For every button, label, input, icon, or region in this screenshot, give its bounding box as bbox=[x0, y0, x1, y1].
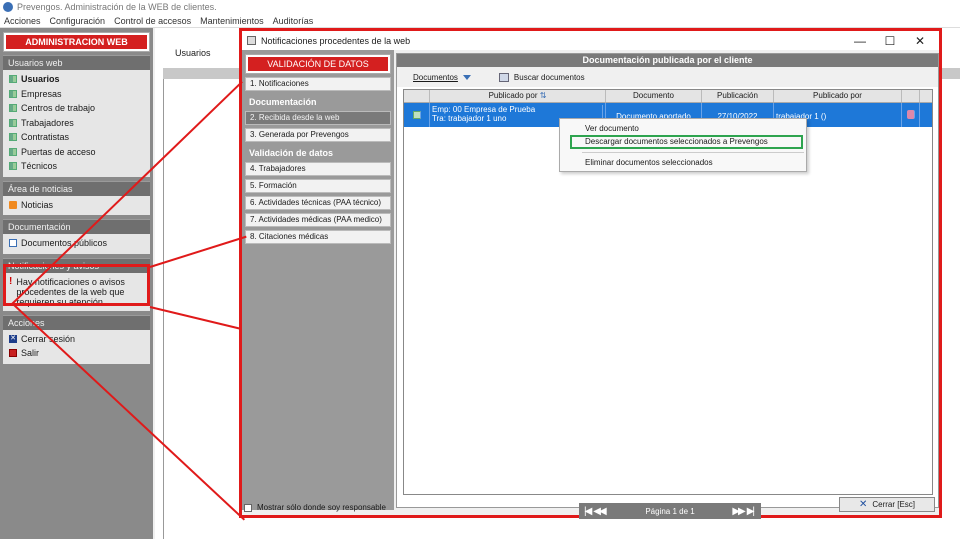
panel-title-usuarios-web[interactable]: Usuarios web bbox=[3, 55, 150, 70]
last-page-icon[interactable]: ▶| bbox=[747, 506, 755, 517]
only-mine-label: Mostrar sólo donde soy responsable bbox=[257, 503, 386, 512]
rss-icon bbox=[9, 200, 17, 209]
panel-acciones: Acciones ✕Cerrar sesión Salir bbox=[3, 314, 150, 364]
sidebar-item-centros[interactable]: Centros de trabajo bbox=[9, 101, 146, 116]
grid-icon bbox=[9, 89, 17, 98]
documentos-dropdown[interactable]: Documentos bbox=[413, 73, 471, 82]
bg-usuarios-button[interactable]: Usuarios bbox=[175, 48, 211, 58]
grid-icon bbox=[9, 75, 17, 84]
validacion-header: VALIDACIÓN DE DATOS bbox=[245, 54, 391, 74]
col-select[interactable] bbox=[404, 90, 430, 102]
panel-usuarios-web: Usuarios web Usuarios Empresas Centros d… bbox=[3, 55, 150, 177]
minimize-icon[interactable]: — bbox=[845, 34, 875, 48]
col-documento[interactable]: Documento bbox=[606, 90, 702, 102]
nav-citaciones-medicas[interactable]: 8. Citaciones médicas bbox=[245, 230, 391, 244]
sidebar-item-usuarios[interactable]: Usuarios bbox=[9, 72, 146, 87]
menu-ver-documento[interactable]: Ver documento bbox=[560, 122, 806, 135]
sidebar-item-noticias[interactable]: Noticias bbox=[9, 198, 146, 213]
page-indicator: Página 1 de 1 bbox=[645, 506, 695, 516]
logout-icon: ✕ bbox=[9, 334, 17, 343]
notice-highlight-box bbox=[3, 264, 150, 306]
close-icon[interactable]: ✕ bbox=[905, 34, 935, 48]
menu-mantenimientos[interactable]: Mantenimientos bbox=[200, 16, 264, 26]
grid-icon bbox=[9, 118, 17, 127]
dialog-titlebar: Notificaciones procedentes de la web — ☐… bbox=[242, 31, 939, 50]
grid-icon bbox=[9, 104, 17, 113]
notifications-dialog: Notificaciones procedentes de la web — ☐… bbox=[239, 28, 942, 519]
sidebar-item-salir[interactable]: Salir bbox=[9, 346, 146, 361]
document-icon bbox=[9, 239, 17, 248]
nav-actividades-medicas[interactable]: 7. Actividades médicas (PAA medico) bbox=[245, 213, 391, 227]
dialog-left-nav: VALIDACIÓN DE DATOS 1. Notificaciones Do… bbox=[242, 50, 394, 510]
maximize-icon[interactable]: ☐ bbox=[875, 34, 905, 48]
menu-acciones[interactable]: Acciones bbox=[4, 16, 41, 26]
menubar: Acciones Configuración Control de acceso… bbox=[0, 14, 960, 28]
grid-header: Publicado por ⇅ Documento Publicación Pu… bbox=[404, 90, 932, 103]
nav-formacion[interactable]: 5. Formación bbox=[245, 179, 391, 193]
col-actions bbox=[902, 90, 920, 102]
admin-header: ADMINISTRACION WEB bbox=[3, 32, 150, 52]
cerrar-button[interactable]: ✕ Cerrar [Esc] bbox=[839, 497, 935, 512]
only-mine-option[interactable]: Mostrar sólo donde soy responsable bbox=[244, 503, 386, 512]
pager: |◀ ◀◀ Página 1 de 1 ▶▶ ▶| bbox=[579, 503, 761, 519]
binoculars-icon bbox=[498, 72, 509, 82]
nav-notificaciones[interactable]: 1. Notificaciones bbox=[245, 77, 391, 91]
sidebar-item-tecnicos[interactable]: Técnicos bbox=[9, 159, 146, 174]
window-titlebar: Prevengos. Administración de la WEB de c… bbox=[0, 0, 960, 14]
dialog-icon bbox=[247, 36, 256, 45]
documents-panel-header: Documentación publicada por el cliente bbox=[397, 54, 938, 67]
attachment-icon[interactable] bbox=[906, 110, 915, 119]
sidebar-item-contratistas[interactable]: Contratistas bbox=[9, 130, 146, 145]
prev-page-icon[interactable]: ◀◀ bbox=[593, 506, 606, 517]
sort-icon: ⇅ bbox=[539, 91, 547, 100]
close-x-icon: ✕ bbox=[858, 499, 868, 510]
panel-documentacion: Documentación Documentos públicos bbox=[3, 219, 150, 254]
section-validacion: Validación de datos bbox=[249, 148, 334, 158]
menu-separator bbox=[582, 152, 804, 153]
buscar-documentos-button[interactable]: Buscar documentos bbox=[498, 72, 585, 82]
col-publicacion[interactable]: Publicación bbox=[702, 90, 774, 102]
app-icon bbox=[3, 2, 13, 12]
section-documentacion: Documentación bbox=[249, 97, 317, 107]
nav-actividades-tecnicas[interactable]: 6. Actividades técnicas (PAA técnico) bbox=[245, 196, 391, 210]
grid-icon bbox=[9, 133, 17, 142]
nav-recibida-web[interactable]: 2. Recibida desde la web bbox=[245, 111, 391, 125]
grid-icon bbox=[9, 147, 17, 156]
window-title: Prevengos. Administración de la WEB de c… bbox=[17, 2, 217, 12]
sidebar-item-trabajadores[interactable]: Trabajadores bbox=[9, 116, 146, 131]
grid-icon bbox=[9, 162, 17, 171]
exit-icon bbox=[9, 349, 17, 358]
dialog-title: Notificaciones procedentes de la web bbox=[261, 35, 411, 46]
menu-descargar-documentos[interactable]: Descargar documentos seleccionados a Pre… bbox=[570, 135, 803, 149]
panel-noticias: Área de noticias Noticias bbox=[3, 180, 150, 215]
next-page-icon[interactable]: ▶▶ bbox=[732, 506, 745, 517]
panel-title-documentacion[interactable]: Documentación bbox=[3, 219, 150, 234]
menu-auditorias[interactable]: Auditorías bbox=[273, 16, 314, 26]
nav-generada-prevengos[interactable]: 3. Generada por Prevengos bbox=[245, 128, 391, 142]
col-publicado-por[interactable]: Publicado por bbox=[774, 90, 902, 102]
nav-trabajadores[interactable]: 4. Trabajadores bbox=[245, 162, 391, 176]
sidebar-item-puertas[interactable]: Puertas de acceso bbox=[9, 145, 146, 160]
only-mine-checkbox[interactable] bbox=[244, 503, 252, 512]
sidebar-item-empresas[interactable]: Empresas bbox=[9, 87, 146, 102]
context-menu: Ver documento Descargar documentos selec… bbox=[559, 118, 807, 172]
documents-toolbar: Documentos Buscar documentos bbox=[397, 67, 938, 87]
chevron-down-icon bbox=[462, 74, 471, 80]
menu-control-accesos[interactable]: Control de accesos bbox=[114, 16, 191, 26]
menu-eliminar-documentos[interactable]: Eliminar documentos seleccionados bbox=[560, 156, 806, 169]
row-checkbox[interactable] bbox=[412, 111, 421, 119]
sidebar-item-cerrar-sesion[interactable]: ✕Cerrar sesión bbox=[9, 332, 146, 347]
menu-configuracion[interactable]: Configuración bbox=[50, 16, 106, 26]
col-publicado-por-origen[interactable]: Publicado por ⇅ bbox=[430, 90, 606, 102]
first-page-icon[interactable]: |◀ bbox=[584, 506, 592, 517]
